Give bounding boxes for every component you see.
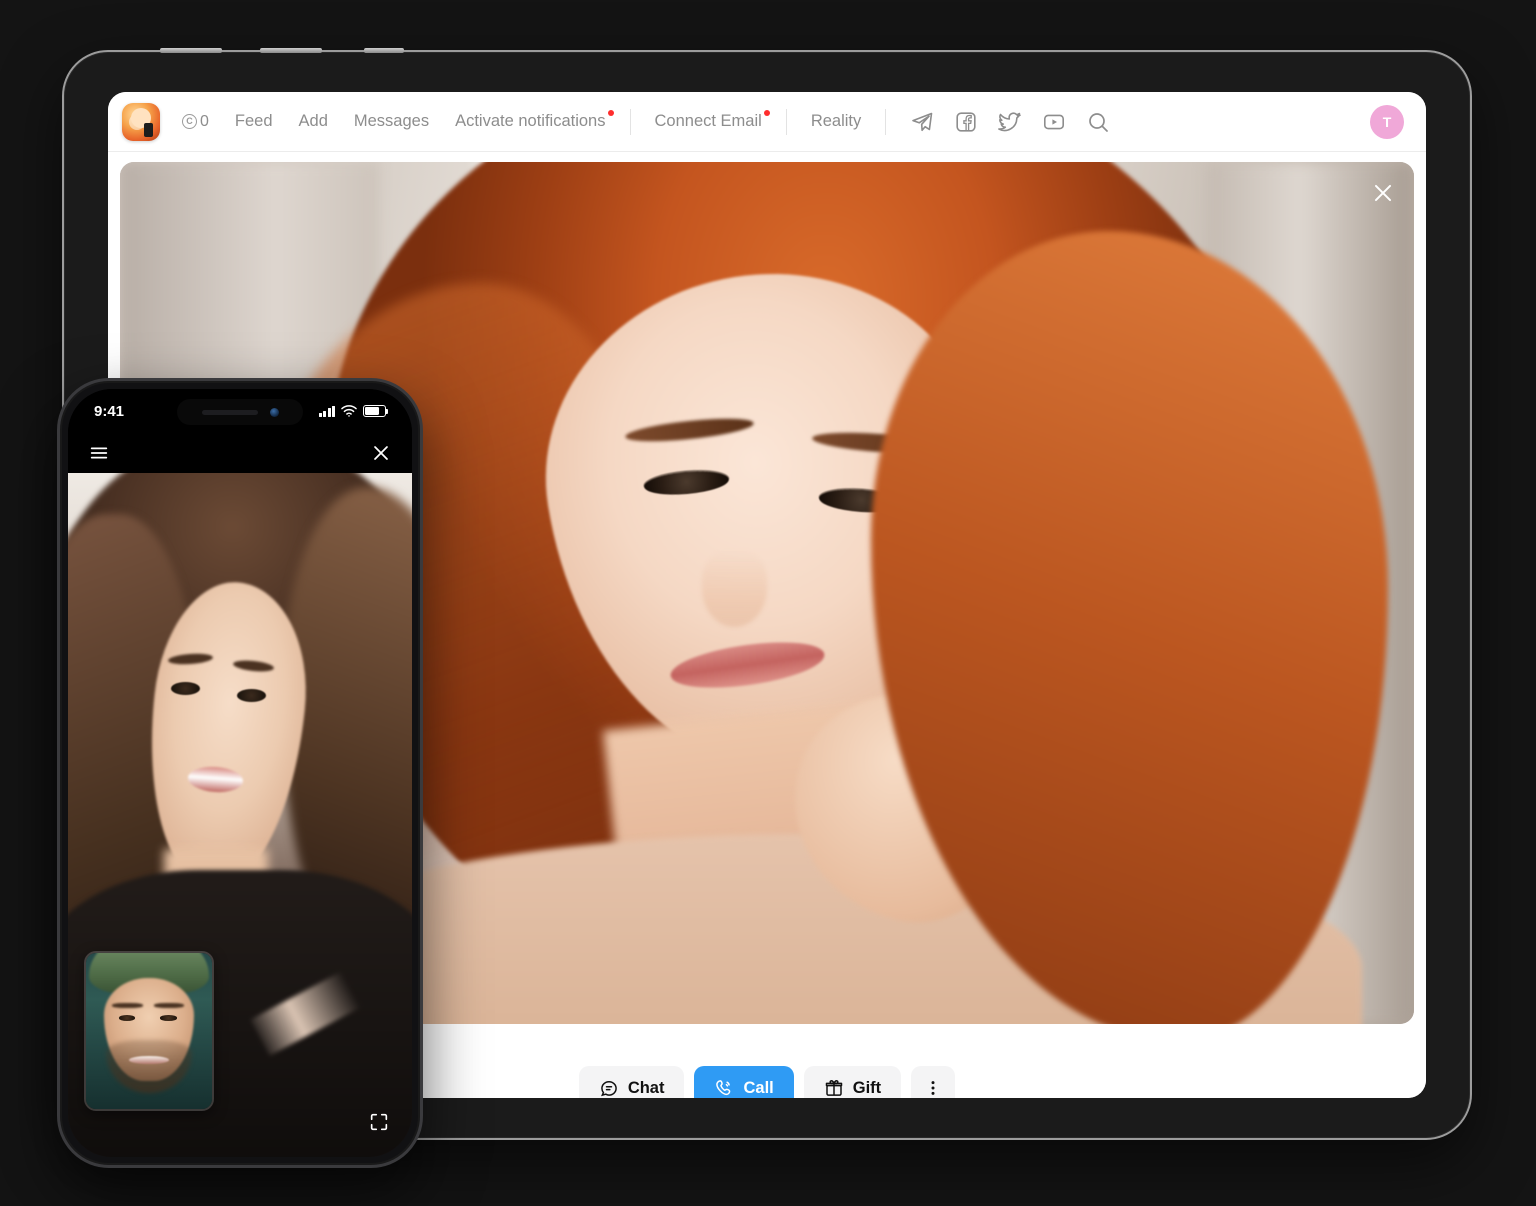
nav-item-label: Connect Email [654,112,762,130]
cellular-signal-icon [318,405,335,417]
call-button[interactable]: Call [694,1066,794,1098]
battery-icon [363,405,389,417]
picture-in-picture-self-view[interactable] [84,951,214,1111]
earpiece-speaker [201,409,258,415]
nav-divider [629,108,631,135]
tablet-power-button[interactable] [364,48,404,53]
top-navigation-bar: C 0 Feed Add Messages Activate notificat… [108,92,1426,152]
phone-video-stage[interactable] [68,473,412,1157]
close-icon[interactable] [1370,180,1396,206]
app-logo-icon[interactable] [122,102,160,141]
tablet-volume-button-up[interactable] [160,48,222,53]
front-camera-icon [269,407,279,417]
nav-item-reality[interactable]: Reality [811,112,861,131]
screenshot-stage: C 0 Feed Add Messages Activate notificat… [0,0,1536,1206]
nav-item-messages[interactable]: Messages [354,112,429,131]
nav-item-label: Add [298,112,328,130]
local-video-feed [86,953,212,1109]
nav-item-label: Feed [234,112,273,130]
chat-button-label: Chat [627,1078,665,1097]
status-bar-indicators [318,405,389,417]
nav-item-feed[interactable]: Feed [235,112,273,131]
nav-item-add[interactable]: Add [299,112,328,131]
facebook-icon[interactable] [954,110,978,134]
user-avatar[interactable]: T [1370,104,1404,139]
fullscreen-icon[interactable] [368,1111,390,1133]
nav-item-label: Messages [353,112,430,130]
search-icon[interactable] [1086,110,1110,134]
nav-divider [785,108,787,135]
telegram-icon[interactable] [910,110,934,134]
phone-mute-switch[interactable] [57,567,58,601]
coin-icon: C [182,114,197,129]
nav-item-activate-notifications[interactable]: Activate notifications [455,110,614,131]
more-vertical-icon [923,1078,943,1098]
phone-device: 9:41 [57,378,423,1168]
phone-volume-up-button[interactable] [57,619,58,677]
nav-divider [885,108,887,135]
close-icon[interactable] [370,442,392,464]
hamburger-menu-icon[interactable] [88,442,110,464]
phone-call-icon [714,1078,734,1098]
phone-volume-down-button[interactable] [57,689,58,747]
chat-button[interactable]: Chat [578,1066,685,1098]
phone-top-toolbar [68,433,412,473]
call-button-label: Call [743,1078,774,1097]
tablet-volume-button-down[interactable] [260,48,322,53]
phone-notch [177,399,303,425]
more-options-button[interactable] [911,1066,956,1098]
phone-screen: 9:41 [68,389,412,1157]
nav-item-label: Reality [810,112,862,130]
gift-button[interactable]: Gift [803,1066,902,1098]
chat-icon [599,1078,619,1098]
gift-button-label: Gift [852,1078,882,1097]
notification-dot-badge [607,110,614,116]
notification-dot-badge [763,110,770,116]
social-icon-group [910,110,1110,134]
avatar-initial: T [1382,113,1392,130]
phone-power-button[interactable] [422,599,423,673]
youtube-icon[interactable] [1042,110,1066,134]
gift-icon [824,1078,844,1098]
credits-value: 0 [200,112,209,130]
nav-item-connect-email[interactable]: Connect Email [654,110,770,131]
wifi-icon [341,405,357,417]
twitter-icon[interactable] [998,110,1022,134]
status-bar-time: 9:41 [94,402,125,420]
credits-counter[interactable]: C 0 [182,113,209,131]
nav-item-label: Activate notifications [455,112,606,130]
